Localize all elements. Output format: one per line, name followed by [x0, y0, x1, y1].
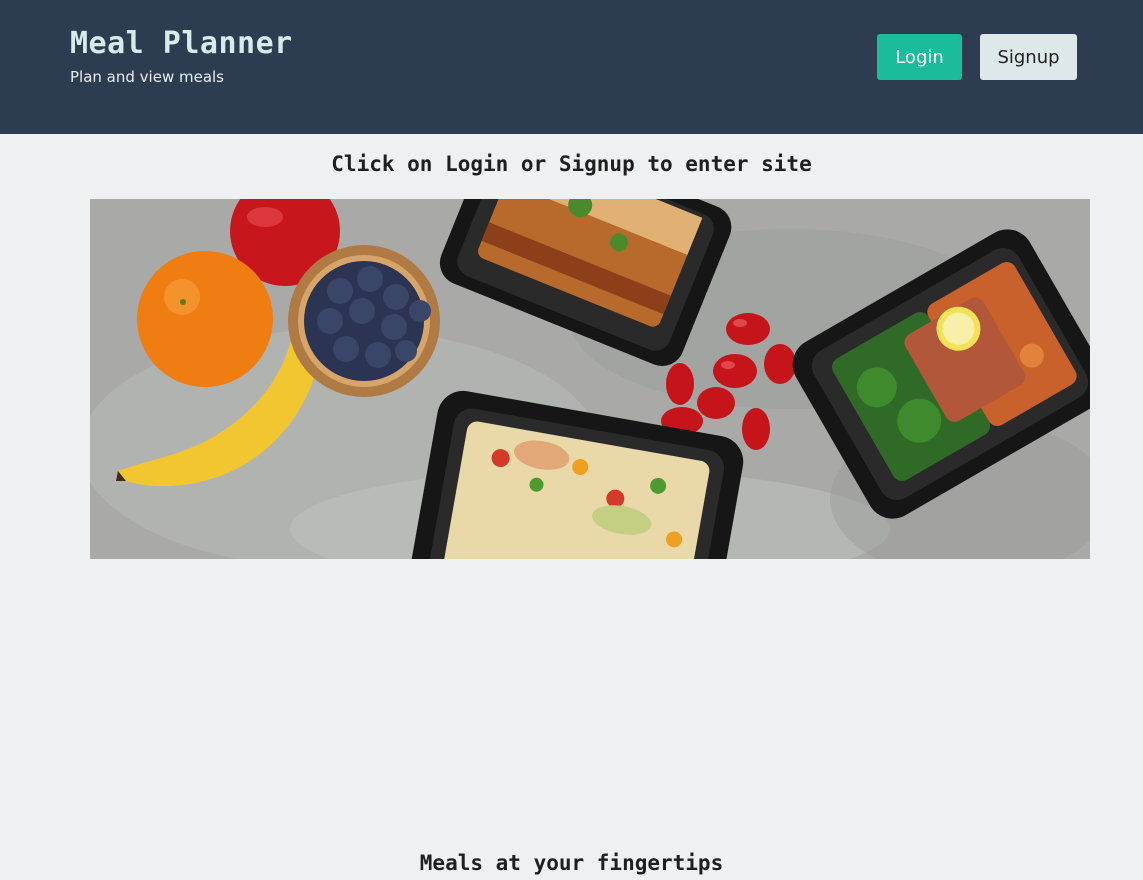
signup-button[interactable]: Signup	[980, 34, 1077, 80]
enter-site-instruction: Click on Login or Signup to enter site	[331, 152, 812, 176]
site-header: Meal Planner Plan and view meals Login S…	[0, 0, 1143, 134]
site-subtitle: Plan and view meals	[70, 68, 224, 86]
site-title: Meal Planner	[70, 26, 293, 61]
section-heading: Meals at your fingertips	[419, 851, 724, 875]
hero-image	[90, 199, 1090, 559]
login-button[interactable]: Login	[877, 34, 962, 80]
